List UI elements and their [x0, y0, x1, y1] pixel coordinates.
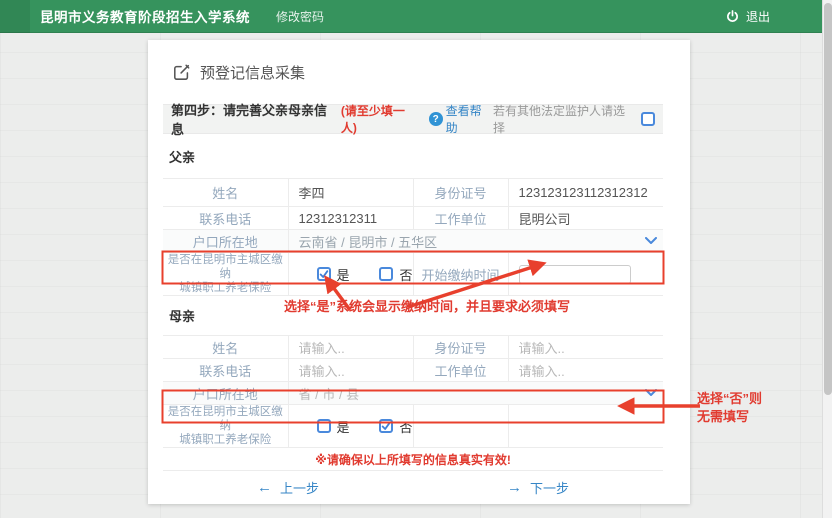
- right-arrow-icon: →: [506, 479, 522, 496]
- mother-no-checkbox[interactable]: [379, 419, 394, 433]
- mother-work-label: 工作单位: [412, 358, 509, 382]
- mother-phone-input[interactable]: 请输入..: [287, 358, 414, 382]
- father-section-title: 父亲: [169, 149, 196, 165]
- mother-insurance-row: 是否在昆明市主城区缴纳 城镇职工养老保险 是 否: [163, 404, 663, 448]
- father-insurance-options: 是 否: [287, 252, 414, 296]
- power-icon: [727, 9, 738, 22]
- table-row: 户口所在地 云南省 / 昆明市 / 五华区: [163, 229, 663, 253]
- mother-insurance-options: 是 否: [287, 404, 414, 448]
- left-arrow-icon: ←: [256, 479, 272, 496]
- table-row: 姓名 李四 身份证号 123123123112312312: [163, 178, 663, 207]
- app-title: 昆明市义务教育阶段招生入学系统: [40, 10, 250, 25]
- father-name-value[interactable]: 李四: [287, 178, 414, 207]
- mother-insurance-label: 是否在昆明市主城区缴纳 城镇职工养老保险: [163, 404, 289, 448]
- mother-residence-label: 户口所在地: [163, 381, 289, 405]
- start-time-label: 开始缴纳时间: [412, 252, 509, 296]
- no-label: 否: [399, 267, 413, 283]
- edit-icon: [174, 64, 190, 80]
- topbar: 昆明市义务教育阶段招生入学系统 修改密码 退出: [0, 0, 822, 33]
- father-residence-value: 云南省 / 昆明市 / 五华区: [298, 234, 438, 250]
- guardian-checkbox[interactable]: [641, 112, 655, 126]
- prev-step-label: 上一步: [279, 481, 319, 496]
- page-header: 预登记信息采集: [163, 40, 663, 104]
- help-icon[interactable]: ?: [428, 112, 443, 126]
- check-icon: [319, 269, 328, 278]
- next-step-label: 下一步: [529, 481, 569, 496]
- chevron-down-icon[interactable]: [645, 389, 657, 397]
- mother-table: 姓名 请输入.. 身份证号 请输入.. 联系电话 请输入.. 工作单位 请输入.…: [163, 335, 663, 448]
- mother-section-title: 母亲: [169, 309, 196, 324]
- father-id-label: 身份证号: [412, 178, 509, 207]
- mother-residence-value: 省 / 市 / 县: [298, 386, 360, 402]
- mother-id-label: 身份证号: [412, 335, 509, 359]
- validity-warning: ※请确保以上所填写的信息真实有效!: [315, 452, 511, 467]
- father-work-label: 工作单位: [412, 206, 509, 230]
- start-time-input[interactable]: [518, 264, 631, 284]
- step-note: (请至少填一人): [340, 104, 405, 135]
- mother-residence-select[interactable]: 省 / 市 / 县: [287, 381, 663, 405]
- prev-step-button[interactable]: ← 上一步: [257, 478, 319, 497]
- logout-button[interactable]: 退出: [726, 8, 770, 25]
- mother-phone-label: 联系电话: [163, 358, 289, 382]
- mother-name-label: 姓名: [163, 335, 289, 359]
- empty-cell: [412, 404, 509, 448]
- topbar-accent: [0, 0, 30, 33]
- empty-cell: [507, 404, 663, 448]
- father-insurance-label: 是否在昆明市主城区缴纳 城镇职工养老保险: [163, 252, 289, 296]
- father-insurance-row: 是否在昆明市主城区缴纳 城镇职工养老保险 是 否 开始缴纳时间: [163, 252, 663, 296]
- father-residence-select[interactable]: 云南省 / 昆明市 / 五华区: [287, 229, 663, 253]
- mother-name-input[interactable]: 请输入..: [287, 335, 414, 359]
- father-work-value[interactable]: 昆明公司: [507, 206, 663, 230]
- table-row: 户口所在地 省 / 市 / 县: [163, 381, 663, 405]
- scrollbar-thumb[interactable]: [824, 3, 832, 395]
- father-no-checkbox[interactable]: [379, 267, 394, 281]
- guardian-option-label: 若有其他法定监护人请选择: [493, 104, 626, 135]
- step-header: 第四步：请完善父亲母亲信息 (请至少填一人) ? 查看帮助 若有其他法定监护人请…: [163, 102, 663, 137]
- father-residence-label: 户口所在地: [163, 229, 289, 253]
- mother-yes-checkbox[interactable]: [316, 419, 331, 433]
- mother-annotation-line1: 选择“否”则: [697, 391, 763, 406]
- yes-label: 是: [336, 267, 350, 283]
- form-card: 预登记信息采集 第四步：请完善父亲母亲信息 (请至少填一人) ? 查看帮助 若有…: [148, 40, 690, 504]
- father-yes-checkbox[interactable]: [316, 267, 331, 281]
- page-title: 预登记信息采集: [200, 64, 306, 82]
- scrollbar[interactable]: [822, 0, 832, 518]
- table-row: 联系电话 请输入.. 工作单位 请输入..: [163, 358, 663, 382]
- logout-label: 退出: [745, 9, 770, 24]
- change-password-link[interactable]: 修改密码: [276, 8, 324, 25]
- no-label: 否: [399, 419, 413, 435]
- step-title: 第四步：请完善父亲母亲信息: [171, 103, 328, 137]
- father-id-value[interactable]: 123123123112312312: [507, 178, 663, 207]
- start-time-cell: [507, 252, 663, 296]
- father-name-label: 姓名: [163, 178, 289, 207]
- help-link[interactable]: 查看帮助: [446, 102, 493, 136]
- table-row: 姓名 请输入.. 身份证号 请输入..: [163, 335, 663, 359]
- nav-row: ← 上一步 → 下一步: [163, 470, 663, 504]
- father-phone-value[interactable]: 12312312311: [287, 206, 414, 230]
- next-step-button[interactable]: → 下一步: [507, 478, 569, 497]
- table-row: 联系电话 12312312311 工作单位 昆明公司: [163, 206, 663, 230]
- yes-label: 是: [336, 419, 350, 435]
- check-icon: [382, 421, 391, 430]
- chevron-down-icon[interactable]: [645, 237, 657, 245]
- mother-work-input[interactable]: 请输入..: [507, 358, 663, 382]
- father-table: 姓名 李四 身份证号 123123123112312312 联系电话 12312…: [163, 178, 663, 296]
- father-phone-label: 联系电话: [163, 206, 289, 230]
- mother-annotation-text: 选择“否”则 无需填写: [697, 390, 762, 426]
- mother-id-input[interactable]: 请输入..: [507, 335, 663, 359]
- mother-annotation-line2: 无需填写: [697, 409, 750, 424]
